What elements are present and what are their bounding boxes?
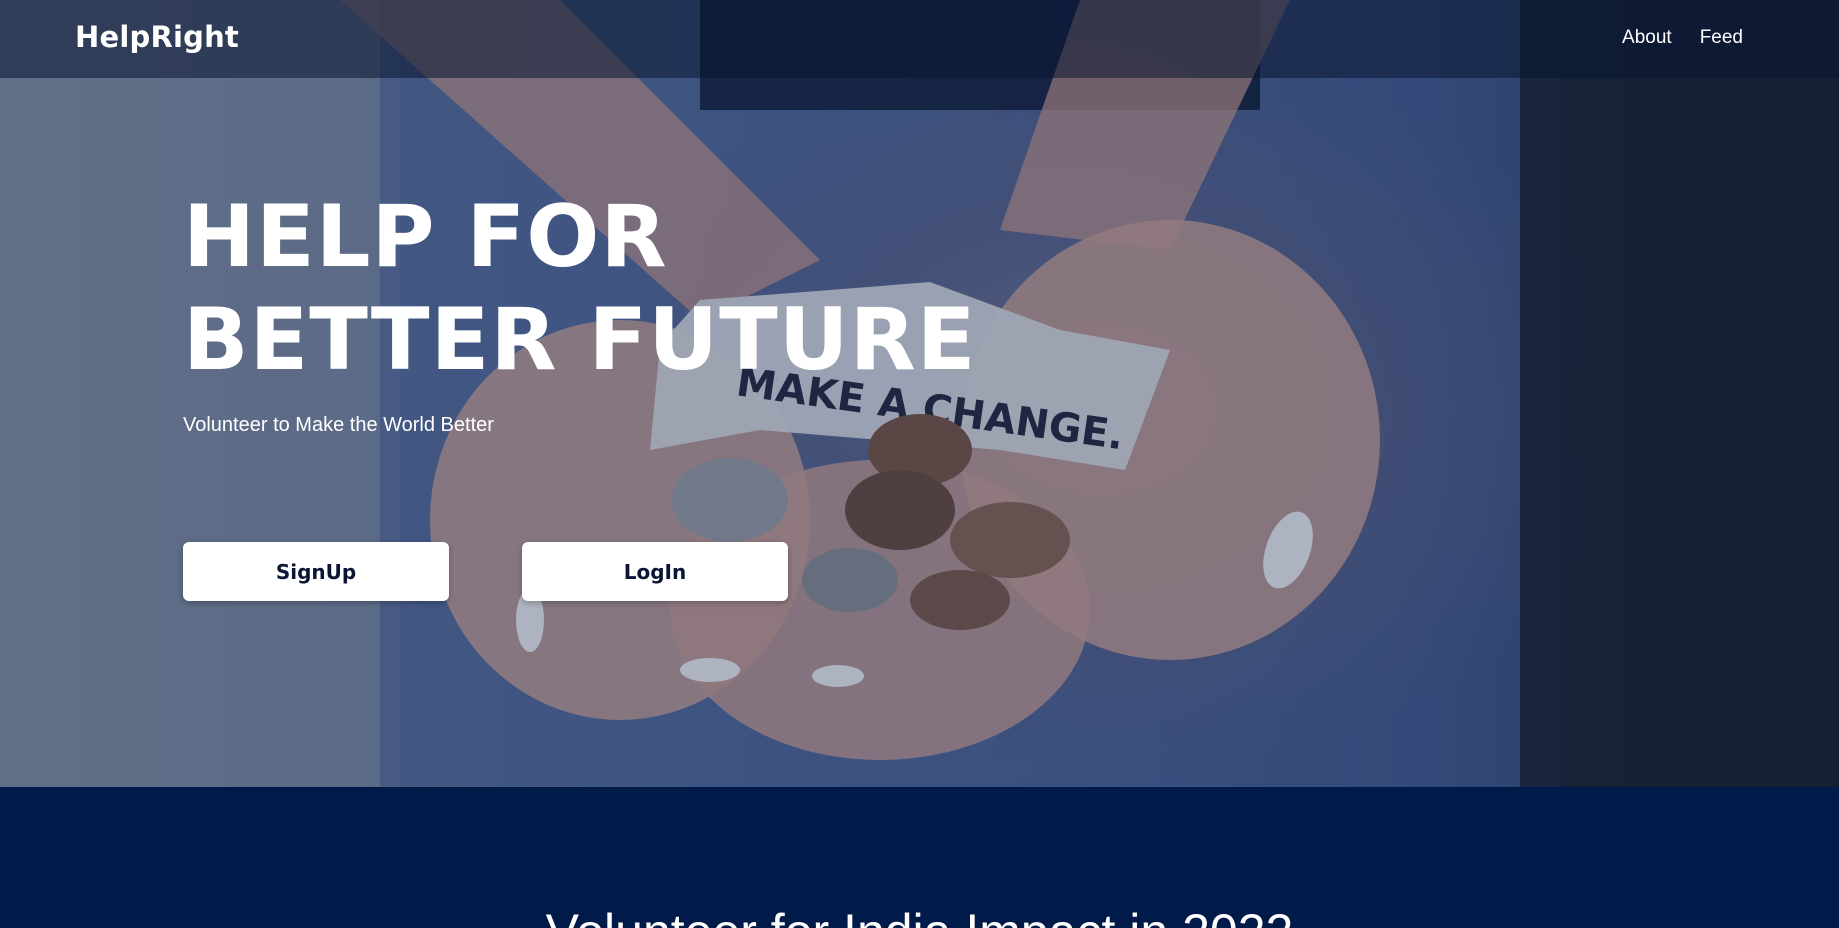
login-button[interactable]: LogIn [522, 542, 788, 601]
hero-title-line-2: BETTER FUTURE [183, 290, 977, 390]
nav-links: About Feed [1622, 27, 1743, 49]
hero-subtitle: Volunteer to Make the World Better [183, 414, 494, 436]
impact-section: Volunteer for India Impact in 2022 [0, 787, 1839, 928]
nav-link-about[interactable]: About [1622, 27, 1672, 49]
hero-title-line-1: HELP FOR [183, 187, 668, 287]
navbar: HelpRight About Feed [0, 0, 1839, 78]
nav-link-feed[interactable]: Feed [1700, 27, 1743, 49]
impact-heading: Volunteer for India Impact in 2022 [0, 903, 1839, 928]
hero-title: HELP FOR BETTER FUTURE [183, 186, 977, 392]
page: MAKE A CHANGE. HELP FOR BETTER FUTURE Vo… [0, 0, 1839, 928]
hero-section: MAKE A CHANGE. HELP FOR BETTER FUTURE Vo… [0, 0, 1839, 787]
hero-overlay [0, 0, 1839, 787]
brand-logo[interactable]: HelpRight [75, 20, 239, 54]
signup-button[interactable]: SignUp [183, 542, 449, 601]
